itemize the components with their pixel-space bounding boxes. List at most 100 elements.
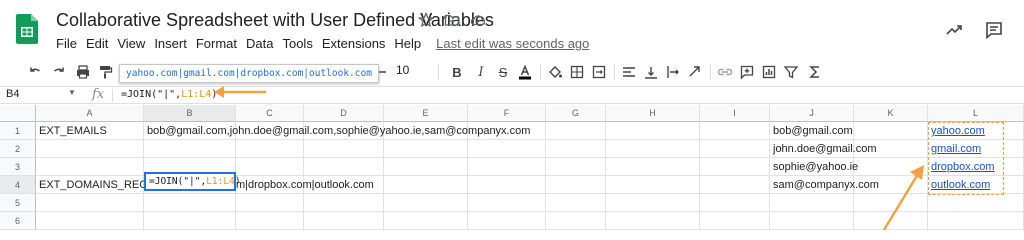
grid-cell[interactable] bbox=[236, 212, 304, 230]
grid-cell[interactable] bbox=[36, 194, 144, 212]
horizontal-align-icon[interactable] bbox=[620, 63, 638, 81]
insert-comment-icon[interactable] bbox=[738, 63, 756, 81]
active-cell-b4[interactable]: =JOIN("|",L1:L4) bbox=[144, 172, 241, 191]
redo-icon[interactable] bbox=[50, 63, 68, 81]
print-icon[interactable] bbox=[74, 63, 92, 81]
cell-j2[interactable]: john.doe@gmail.com bbox=[773, 140, 877, 158]
column-header-a[interactable]: A bbox=[36, 105, 144, 122]
grid-cell[interactable] bbox=[236, 194, 304, 212]
grid-cell[interactable] bbox=[468, 140, 546, 158]
row-header-4[interactable]: 4 bbox=[0, 176, 36, 194]
functions-icon[interactable] bbox=[806, 63, 824, 81]
cell-a1[interactable]: EXT_EMAILS bbox=[39, 122, 107, 140]
text-wrapping-icon[interactable] bbox=[664, 63, 682, 81]
grid-cell[interactable] bbox=[144, 194, 236, 212]
grid-cell[interactable] bbox=[236, 158, 304, 176]
menu-format[interactable]: Format bbox=[196, 36, 237, 51]
column-header-f[interactable]: F bbox=[468, 105, 546, 122]
row-header-5[interactable]: 5 bbox=[0, 194, 36, 212]
menu-data[interactable]: Data bbox=[246, 36, 273, 51]
strikethrough-icon[interactable]: S bbox=[494, 63, 512, 81]
column-header-j[interactable]: J bbox=[770, 105, 854, 122]
column-header-l[interactable]: L bbox=[928, 105, 1024, 122]
vertical-align-icon[interactable] bbox=[642, 63, 660, 81]
grid-cell[interactable] bbox=[770, 212, 854, 230]
cell-b1[interactable]: bob@gmail.com,john.doe@gmail.com,sophie@… bbox=[147, 122, 530, 140]
grid-cell[interactable] bbox=[384, 158, 468, 176]
paint-format-icon[interactable] bbox=[96, 63, 114, 81]
grid-cell[interactable] bbox=[700, 158, 770, 176]
menu-view[interactable]: View bbox=[117, 36, 145, 51]
row-header-2[interactable]: 2 bbox=[0, 140, 36, 158]
trend-icon[interactable] bbox=[944, 20, 964, 40]
grid-cell[interactable] bbox=[304, 212, 384, 230]
insert-link-icon[interactable] bbox=[716, 63, 734, 81]
cell-j1[interactable]: bob@gmail.com bbox=[773, 122, 853, 140]
cloud-status-icon[interactable] bbox=[470, 12, 486, 28]
grid-cell[interactable] bbox=[546, 194, 606, 212]
text-color-icon[interactable] bbox=[516, 63, 534, 81]
fill-color-icon[interactable] bbox=[546, 63, 564, 81]
grid-cell[interactable] bbox=[770, 194, 854, 212]
select-all-corner[interactable] bbox=[0, 105, 36, 122]
grid-cell[interactable] bbox=[144, 212, 236, 230]
column-header-d[interactable]: D bbox=[304, 105, 384, 122]
grid-cell[interactable] bbox=[144, 140, 236, 158]
menu-extensions[interactable]: Extensions bbox=[322, 36, 386, 51]
column-header-c[interactable]: C bbox=[236, 105, 304, 122]
grid-cell[interactable] bbox=[606, 212, 700, 230]
grid-cell[interactable] bbox=[36, 158, 144, 176]
grid-cell[interactable] bbox=[546, 176, 606, 194]
grid-cell[interactable] bbox=[468, 212, 546, 230]
menu-help[interactable]: Help bbox=[394, 36, 421, 51]
grid-cell[interactable] bbox=[546, 140, 606, 158]
star-icon[interactable] bbox=[418, 12, 434, 28]
move-folder-icon[interactable] bbox=[444, 12, 460, 28]
formula-input[interactable]: =JOIN("|",L1:L4) bbox=[121, 89, 217, 100]
grid-cell[interactable] bbox=[928, 212, 1024, 230]
last-edit-link[interactable]: Last edit was seconds ago bbox=[436, 36, 589, 51]
font-size-value[interactable]: 10 bbox=[396, 63, 409, 77]
column-header-i[interactable]: I bbox=[700, 105, 770, 122]
grid-cell[interactable] bbox=[36, 212, 144, 230]
grid-cell[interactable] bbox=[236, 140, 304, 158]
filter-icon[interactable] bbox=[782, 63, 800, 81]
grid-cell[interactable] bbox=[304, 140, 384, 158]
column-header-k[interactable]: K bbox=[854, 105, 928, 122]
grid-cell[interactable] bbox=[606, 176, 700, 194]
grid-cell[interactable] bbox=[606, 122, 700, 140]
grid-cell[interactable] bbox=[928, 194, 1024, 212]
borders-icon[interactable] bbox=[568, 63, 586, 81]
cell-j3[interactable]: sophie@yahoo.ie bbox=[773, 158, 858, 176]
grid-cell[interactable] bbox=[700, 176, 770, 194]
grid-cell[interactable] bbox=[384, 212, 468, 230]
grid-cell[interactable] bbox=[854, 122, 928, 140]
cell-j4[interactable]: sam@companyx.com bbox=[773, 176, 879, 194]
grid-cell[interactable] bbox=[468, 176, 546, 194]
grid-cell[interactable] bbox=[384, 140, 468, 158]
merge-cells-icon[interactable] bbox=[590, 63, 608, 81]
grid-cell[interactable] bbox=[384, 194, 468, 212]
grid-cell[interactable] bbox=[546, 122, 606, 140]
name-box[interactable]: B4 bbox=[6, 88, 19, 100]
grid-cell[interactable] bbox=[36, 140, 144, 158]
grid-cell[interactable] bbox=[700, 212, 770, 230]
insert-chart-icon[interactable] bbox=[760, 63, 778, 81]
italic-icon[interactable]: I bbox=[472, 63, 490, 81]
column-header-h[interactable]: H bbox=[606, 105, 700, 122]
row-header-3[interactable]: 3 bbox=[0, 158, 36, 176]
grid-cell[interactable] bbox=[304, 194, 384, 212]
menu-edit[interactable]: Edit bbox=[86, 36, 108, 51]
row-header-1[interactable]: 1 bbox=[0, 122, 36, 140]
grid-cell[interactable] bbox=[606, 194, 700, 212]
text-rotation-icon[interactable] bbox=[686, 63, 704, 81]
grid-cell[interactable] bbox=[700, 122, 770, 140]
grid-cell[interactable] bbox=[468, 158, 546, 176]
menu-insert[interactable]: Insert bbox=[154, 36, 187, 51]
column-header-e[interactable]: E bbox=[384, 105, 468, 122]
menu-tools[interactable]: Tools bbox=[282, 36, 312, 51]
comment-icon[interactable] bbox=[984, 20, 1004, 40]
column-header-b[interactable]: B bbox=[144, 105, 236, 122]
grid-cell[interactable] bbox=[384, 176, 468, 194]
grid-cell[interactable] bbox=[304, 158, 384, 176]
